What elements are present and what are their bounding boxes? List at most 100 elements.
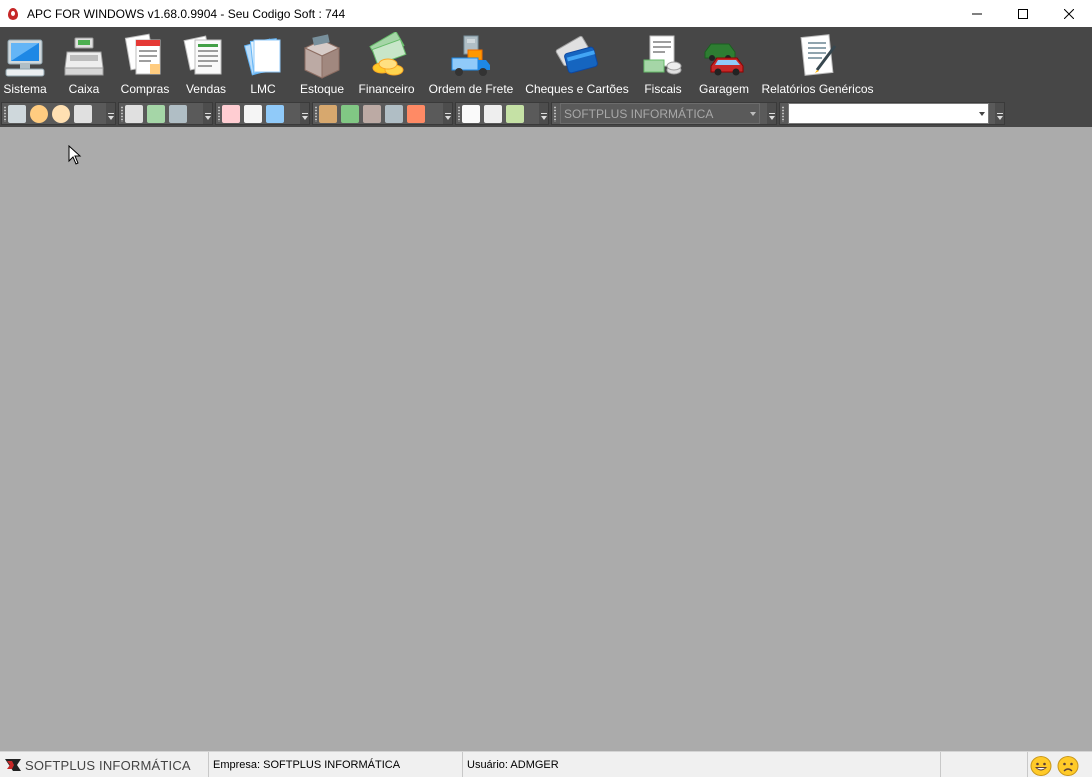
recycle-icon[interactable] bbox=[506, 104, 524, 123]
status-empty bbox=[941, 752, 1028, 777]
document-stack-icon bbox=[243, 38, 281, 76]
menu-label: LMC bbox=[250, 82, 276, 96]
settings-tool-icon[interactable] bbox=[74, 104, 92, 123]
menu-label: Estoque bbox=[299, 82, 345, 96]
menu-relatorios-genericos[interactable]: Relatórios Genéricos bbox=[760, 27, 875, 100]
coins-icon[interactable] bbox=[341, 104, 359, 123]
menu-lmc[interactable]: LMC bbox=[240, 27, 286, 100]
window-title: APC FOR WINDOWS v1.68.0.9904 - Seu Codig… bbox=[27, 6, 346, 21]
users-icon[interactable] bbox=[52, 104, 70, 123]
menu-label: Financeiro bbox=[358, 82, 415, 96]
app-logo-icon bbox=[6, 7, 20, 21]
menu-label: Fiscais bbox=[644, 82, 682, 96]
maximize-icon bbox=[1018, 8, 1028, 19]
toolbar-grip[interactable] bbox=[218, 106, 220, 122]
cash-register-icon[interactable] bbox=[125, 104, 143, 123]
chevron-down-icon bbox=[979, 112, 985, 116]
toolbar-overflow-button[interactable] bbox=[443, 103, 452, 124]
toolbar-overflow-button[interactable] bbox=[300, 103, 309, 124]
menu-label: Caixa bbox=[68, 82, 100, 96]
menu-estoque[interactable]: Estoque bbox=[297, 27, 347, 100]
delivery-truck-icon bbox=[451, 35, 490, 76]
usuario-text: Usuário: ADMGER bbox=[467, 759, 559, 771]
menu-cheques-e-cartoes[interactable]: Cheques e Cartões bbox=[524, 27, 630, 100]
title-bar: APC FOR WINDOWS v1.68.0.9904 - Seu Codig… bbox=[0, 0, 1092, 27]
cars-icon bbox=[704, 43, 744, 76]
company-select[interactable]: SOFTPLUS INFORMÁTICA bbox=[560, 103, 760, 124]
menu-fiscais[interactable]: Fiscais bbox=[640, 27, 686, 100]
menu-label: Cheques e Cartões bbox=[525, 82, 629, 96]
toolbar-group-reports bbox=[455, 102, 549, 125]
mouse-cursor-icon bbox=[68, 145, 82, 165]
close-window-icon[interactable] bbox=[8, 104, 26, 123]
menu-financeiro[interactable]: Financeiro bbox=[355, 27, 418, 100]
money-icon[interactable] bbox=[147, 104, 165, 123]
boxes-icon[interactable] bbox=[319, 104, 337, 123]
printer-icon[interactable] bbox=[385, 104, 403, 123]
money-coins-icon bbox=[368, 32, 406, 76]
empresa-text: Empresa: SOFTPLUS INFORMÁTICA bbox=[213, 759, 401, 771]
menu-label: Garagem bbox=[698, 82, 750, 96]
menu-garagem[interactable]: Garagem bbox=[696, 27, 752, 100]
close-icon bbox=[1064, 8, 1074, 19]
toolbar-overflow-button[interactable] bbox=[767, 103, 776, 124]
sad-face-icon[interactable] bbox=[1057, 756, 1079, 776]
close-button[interactable] bbox=[1046, 0, 1092, 27]
toolbar-group-system bbox=[1, 102, 116, 125]
window-controls bbox=[954, 0, 1092, 27]
minimize-icon bbox=[972, 13, 982, 14]
sales-icon[interactable] bbox=[244, 104, 262, 123]
invoice-icon[interactable] bbox=[222, 104, 240, 123]
toolbar-grip[interactable] bbox=[458, 106, 460, 122]
inventory-box-icon bbox=[303, 34, 341, 79]
softplus-logo-icon bbox=[5, 759, 21, 771]
credit-cards-icon bbox=[555, 35, 598, 74]
toolbar-grip[interactable] bbox=[4, 106, 6, 122]
menu-vendas[interactable]: Vendas bbox=[180, 27, 232, 100]
toolbar-overflow-button[interactable] bbox=[106, 103, 115, 124]
tax-document-icon bbox=[643, 35, 682, 75]
toolbar-overflow-button[interactable] bbox=[539, 103, 548, 124]
user-icon[interactable] bbox=[30, 104, 48, 123]
maximize-button[interactable] bbox=[1000, 0, 1046, 27]
status-usuario: Usuário: ADMGER bbox=[463, 752, 941, 777]
brand-name: SOFTPLUS INFORMÁTICA bbox=[25, 757, 191, 773]
toolbar-group-cash bbox=[118, 102, 213, 125]
status-empresa: Empresa: SOFTPLUS INFORMÁTICA bbox=[209, 752, 463, 777]
menu-sistema[interactable]: Sistema bbox=[0, 27, 50, 100]
menu-ordem-de-frete[interactable]: Ordem de Frete bbox=[426, 27, 516, 100]
quick-toolbar: SOFTPLUS INFORMÁTICA bbox=[0, 100, 1092, 127]
menu-label: Relatórios Genéricos bbox=[761, 82, 874, 96]
toolbar-grip[interactable] bbox=[121, 106, 123, 122]
toolbar-group-documents bbox=[215, 102, 310, 125]
computer-icon bbox=[5, 39, 45, 77]
toolbar-overflow-button[interactable] bbox=[203, 103, 212, 124]
minimize-button[interactable] bbox=[954, 0, 1000, 27]
toolbar-grip[interactable] bbox=[782, 106, 784, 122]
notes-icon[interactable] bbox=[484, 104, 502, 123]
menu-label: Compras bbox=[120, 82, 170, 96]
fuel-pump-icon[interactable] bbox=[407, 104, 425, 123]
happy-face-icon[interactable] bbox=[1030, 756, 1052, 776]
customer-icon[interactable] bbox=[266, 104, 284, 123]
inventory-icon[interactable] bbox=[363, 104, 381, 123]
menu-label: Vendas bbox=[185, 82, 227, 96]
toolbar-overflow-button[interactable] bbox=[995, 103, 1004, 124]
calculator-icon[interactable] bbox=[169, 104, 187, 123]
toolbar-grip[interactable] bbox=[554, 106, 556, 122]
report-clipboard-icon bbox=[800, 34, 836, 76]
report-icon[interactable] bbox=[462, 104, 480, 123]
search-select[interactable] bbox=[788, 103, 989, 124]
mdi-workspace[interactable] bbox=[0, 127, 1092, 751]
toolbar-grip[interactable] bbox=[315, 106, 317, 122]
status-bar: SOFTPLUS INFORMÁTICA Empresa: SOFTPLUS I… bbox=[0, 751, 1092, 777]
menu-compras[interactable]: Compras bbox=[116, 27, 174, 100]
sales-documents-icon bbox=[183, 35, 222, 75]
menu-label: Ordem de Frete bbox=[428, 82, 514, 96]
invoices-icon bbox=[124, 33, 161, 75]
menu-caixa[interactable]: Caixa bbox=[60, 27, 108, 100]
chevron-down-icon bbox=[750, 112, 756, 116]
cash-register-icon bbox=[64, 37, 104, 76]
company-select-value: SOFTPLUS INFORMÁTICA bbox=[564, 106, 714, 121]
main-menu-bar: Sistema Caixa Compras Vendas LMC Estoque… bbox=[0, 27, 1092, 100]
